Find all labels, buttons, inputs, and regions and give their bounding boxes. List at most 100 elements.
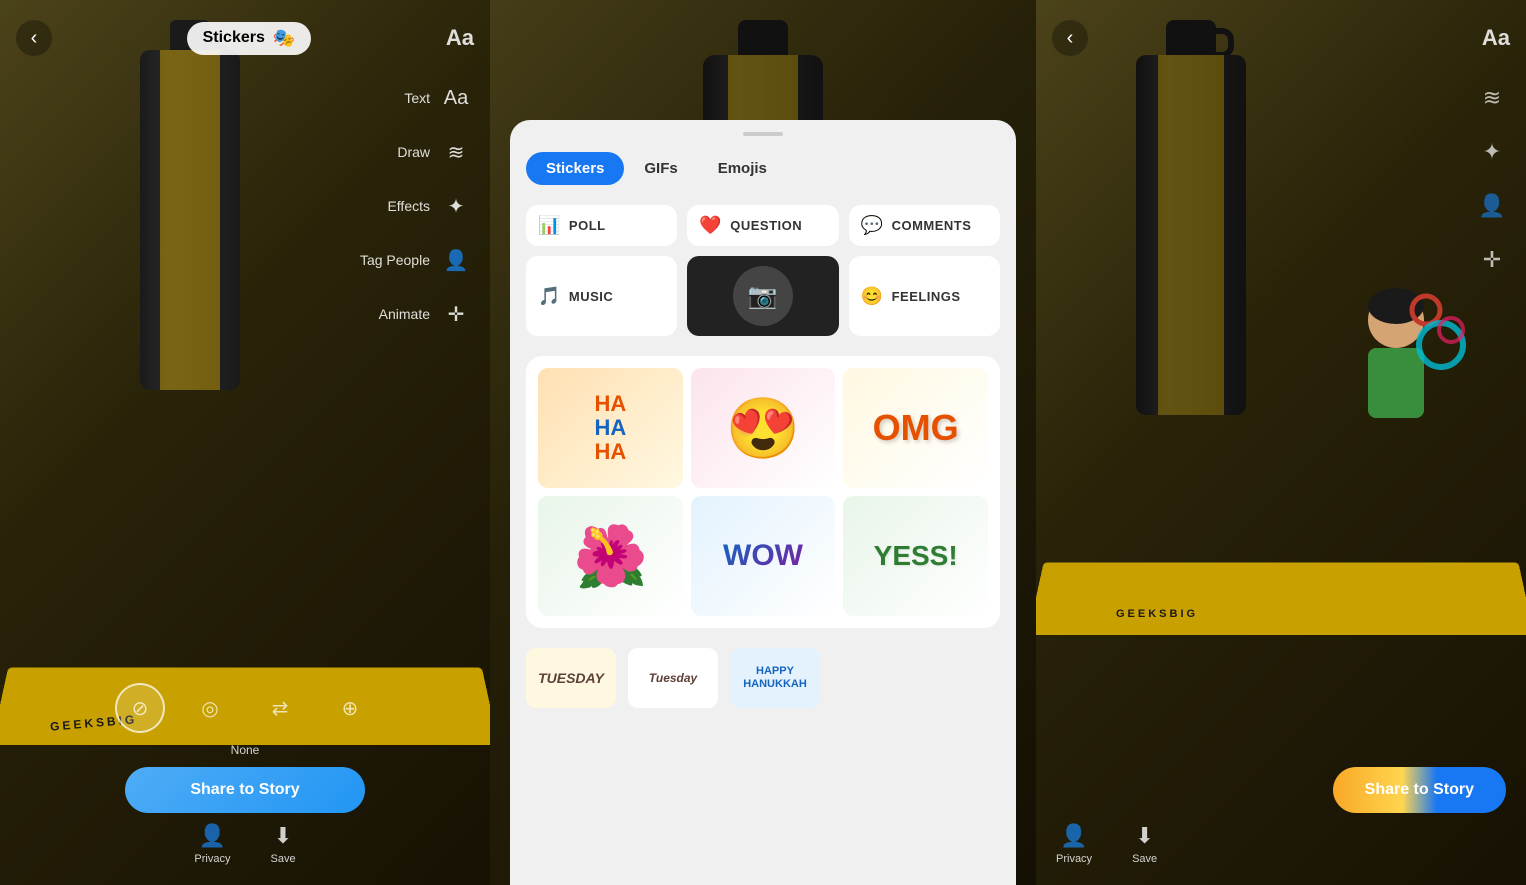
poll-icon: 📊 xyxy=(538,215,561,236)
tuesday-sticker[interactable]: TUESDAY xyxy=(526,648,616,708)
selfie-circle: 📷 xyxy=(733,266,793,326)
privacy-icon-left: 👤 xyxy=(199,823,226,849)
right-effects-icon[interactable]: ✦ xyxy=(1474,134,1510,170)
sticker-omg[interactable]: OMG xyxy=(843,368,988,488)
music-option[interactable]: 🎵 MUSIC xyxy=(526,256,677,336)
privacy-action-right[interactable]: 👤 Privacy xyxy=(1056,823,1092,865)
sticker-omg-content: OMG xyxy=(843,368,988,488)
filter-plus[interactable]: ⊕ xyxy=(325,683,375,733)
yess-text: YESS! xyxy=(874,540,958,572)
omg-text: OMG xyxy=(873,407,959,449)
sticker-grid: HA HA HA 😍 OMG 🌺 xyxy=(526,356,1000,628)
save-icon-right: ⬇ xyxy=(1135,823,1153,849)
comments-label: COMMENTS xyxy=(892,218,972,233)
left-tools: Text Aa Draw ≋ Effects ✦ Tag People 👤 An… xyxy=(360,80,474,332)
sticker-wow[interactable]: WOW xyxy=(691,496,836,616)
share-to-story-button-right[interactable]: Share to Story xyxy=(1333,767,1506,813)
left-bottom: ⊘ ◎ ⇄ ⊕ None Share to Story 👤 Privacy ⬇ … xyxy=(0,683,490,865)
tab-emojis[interactable]: Emojis xyxy=(698,152,787,185)
filter-swap[interactable]: ⇄ xyxy=(255,683,305,733)
sheet-handle xyxy=(743,132,783,136)
center-panel: Stickers GIFs Emojis 📊 POLL ❤️ QUESTION … xyxy=(490,0,1036,885)
sticker-haha-content: HA HA HA xyxy=(538,368,683,488)
save-action-left[interactable]: ⬇ Save xyxy=(270,823,295,865)
right-mat-text: GEEKSBIG xyxy=(1116,608,1198,620)
right-bottle-body xyxy=(1136,55,1246,415)
sheet-tabs: Stickers GIFs Emojis xyxy=(510,144,1016,193)
left-back-button[interactable]: ‹ xyxy=(16,20,52,56)
share-to-story-label-right: Share to Story xyxy=(1365,781,1474,798)
filter-none-label: None xyxy=(231,743,260,757)
right-back-button[interactable]: ‹ xyxy=(1052,20,1088,56)
tool-draw-label: Draw xyxy=(397,144,430,160)
feelings-icon: 😊 xyxy=(861,286,884,307)
filter-circle[interactable]: ◎ xyxy=(185,683,235,733)
tool-tag-label: Tag People xyxy=(360,252,430,268)
stickers-pill-label: Stickers xyxy=(203,29,265,47)
tool-animate-icon: ✛ xyxy=(438,296,474,332)
right-draw-icon[interactable]: ≋ xyxy=(1474,80,1510,116)
tool-tag-icon: 👤 xyxy=(438,242,474,278)
music-icon: 🎵 xyxy=(538,286,561,307)
filter-circle-icon: ◎ xyxy=(201,696,218,721)
right-tag-icon[interactable]: 👤 xyxy=(1474,188,1510,224)
sticker-wow-content: WOW xyxy=(691,496,836,616)
tuesday-cursive-sticker[interactable]: Tuesday xyxy=(628,648,718,708)
right-bottle xyxy=(1136,20,1246,415)
sticker-love-content: 😍 xyxy=(691,368,836,488)
tool-text[interactable]: Text Aa xyxy=(360,80,474,116)
tool-draw-icon: ≋ xyxy=(438,134,474,170)
filter-none[interactable]: ⊘ xyxy=(115,683,165,733)
bottle-stripe xyxy=(160,50,220,390)
bitmoji-svg xyxy=(1326,280,1466,460)
sticker-sheet: Stickers GIFs Emojis 📊 POLL ❤️ QUESTION … xyxy=(510,120,1016,885)
sticker-love-eyes[interactable]: 😍 xyxy=(691,368,836,488)
tool-animate[interactable]: Animate ✛ xyxy=(360,296,474,332)
right-yellow-mat xyxy=(1036,562,1526,635)
sticker-flower-crown[interactable]: 🌺 xyxy=(538,496,683,616)
tab-gifs[interactable]: GIFs xyxy=(624,152,697,185)
ha-text: HA HA HA xyxy=(594,392,626,465)
music-label: MUSIC xyxy=(569,289,613,304)
filter-swap-icon: ⇄ xyxy=(272,696,289,721)
bitmoji-sticker[interactable] xyxy=(1326,280,1466,479)
privacy-icon-right: 👤 xyxy=(1060,823,1087,849)
selfie-option[interactable]: 📷 xyxy=(687,256,838,336)
right-bottom-actions: 👤 Privacy ⬇ Save xyxy=(1036,823,1506,865)
right-animate-icon[interactable]: ✛ xyxy=(1474,242,1510,278)
question-option[interactable]: ❤️ QUESTION xyxy=(687,205,838,246)
bottle-art-left xyxy=(120,20,260,440)
comments-option[interactable]: 💬 COMMENTS xyxy=(849,205,1000,246)
tool-animate-label: Animate xyxy=(379,306,430,322)
hanukkah-sticker[interactable]: HAPPYHANUKKAH xyxy=(730,648,820,708)
tool-text-label: Text xyxy=(404,90,430,106)
tool-effects[interactable]: Effects ✦ xyxy=(360,188,474,224)
text-tool-btn-right[interactable]: Aa xyxy=(1482,25,1510,51)
right-bottom: Share to Story 👤 Privacy ⬇ Save xyxy=(1036,767,1526,865)
share-to-story-button-left[interactable]: Share to Story xyxy=(125,767,365,813)
privacy-action-left[interactable]: 👤 Privacy xyxy=(194,823,230,865)
love-emoji: 😍 xyxy=(726,393,801,464)
feelings-label: FEELINGS xyxy=(892,289,961,304)
feelings-option[interactable]: 😊 FEELINGS xyxy=(849,256,1000,336)
tool-effects-label: Effects xyxy=(387,198,430,214)
stickers-pill[interactable]: Stickers 🎭 xyxy=(187,22,312,55)
right-tools: ≋ ✦ 👤 ✛ xyxy=(1474,80,1510,278)
poll-label: POLL xyxy=(569,218,606,233)
tool-effects-icon: ✦ xyxy=(438,188,474,224)
comments-icon: 💬 xyxy=(861,215,884,236)
sticker-strip: TUESDAY Tuesday HAPPYHANUKKAH xyxy=(510,636,1016,720)
right-bottle-stripe xyxy=(1158,55,1224,415)
sticker-haha[interactable]: HA HA HA xyxy=(538,368,683,488)
text-tool-btn-left[interactable]: Aa xyxy=(446,25,474,51)
tool-tag[interactable]: Tag People 👤 xyxy=(360,242,474,278)
sticker-options-grid: 📊 POLL ❤️ QUESTION 💬 COMMENTS 🎵 MUSIC 📷 xyxy=(510,193,1016,348)
left-panel: GEEKSBIG ‹ Stickers 🎭 Aa Text Aa Draw ≋ … xyxy=(0,0,490,885)
poll-option[interactable]: 📊 POLL xyxy=(526,205,677,246)
tab-stickers[interactable]: Stickers xyxy=(526,152,624,185)
tool-draw[interactable]: Draw ≋ xyxy=(360,134,474,170)
save-action-right[interactable]: ⬇ Save xyxy=(1132,823,1157,865)
privacy-label-right: Privacy xyxy=(1056,853,1092,865)
sticker-yess[interactable]: YESS! xyxy=(843,496,988,616)
right-panel: GEEKSBIG ‹ Aa ≋ ✦ 👤 ✛ Share to Story xyxy=(1036,0,1526,885)
